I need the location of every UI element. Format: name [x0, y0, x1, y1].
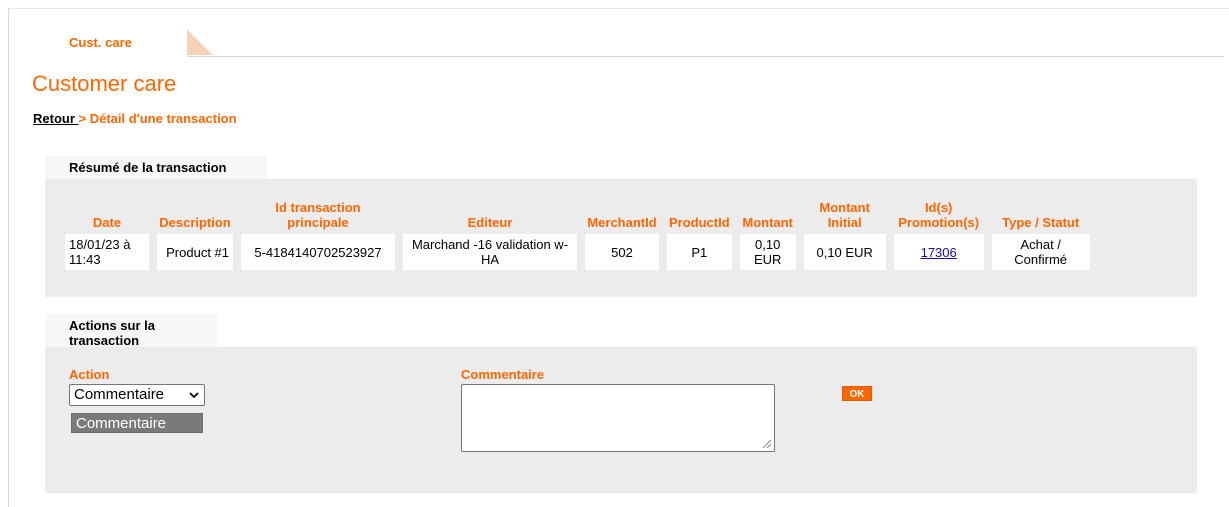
tab-cust-care[interactable]: Cust. care	[35, 29, 215, 57]
comment-label: Commentaire	[461, 367, 545, 382]
comment-textarea[interactable]	[461, 384, 775, 452]
col-type-statut: Type / Statut	[1002, 215, 1080, 230]
col-date: Date	[92, 215, 122, 230]
cell-promotion-ids: 17306	[893, 234, 984, 270]
cell-type-statut: Achat / Confirmé	[991, 234, 1090, 270]
promotion-link[interactable]: 17306	[921, 245, 957, 260]
cell-editeur: Marchand -16 validation w-HA	[403, 234, 577, 270]
cell-description: Product #1	[157, 234, 233, 270]
col-merchant-id: MerchantId	[587, 215, 657, 230]
col-transaction-id: Id transaction principale	[275, 200, 361, 230]
cell-product-id: P1	[667, 234, 732, 270]
col-promotion-ids: Id(s) Promotion(s)	[898, 200, 980, 230]
col-product-id: ProductId	[669, 215, 730, 230]
breadcrumb-separator: >	[78, 111, 90, 126]
cell-date: 18/01/23 à 11:43	[65, 234, 149, 270]
cell-montant-initial: 0,10 EUR	[803, 234, 886, 270]
tab-bar: Cust. care	[9, 9, 1224, 57]
breadcrumb-current: Détail d'une transaction	[89, 111, 237, 126]
actions-heading-text: Actions sur la transaction	[69, 318, 155, 348]
action-select-value: Commentaire	[74, 386, 165, 403]
transaction-table: Date Description Id transaction principa…	[57, 196, 1098, 274]
action-option[interactable]: Commentaire	[71, 413, 203, 433]
actions-heading: Actions sur la transaction	[45, 314, 217, 348]
col-montant: Montant	[742, 215, 793, 230]
tab-label: Cust. care	[69, 35, 132, 50]
cell-merchant-id: 502	[585, 234, 659, 270]
tab-divider	[187, 56, 1224, 57]
resize-grip-icon[interactable]	[763, 440, 771, 448]
ok-button[interactable]: OK	[842, 386, 872, 401]
col-description: Description	[159, 215, 231, 230]
table-row: 18/01/23 à 11:43 Product #1 5-4184140702…	[65, 234, 1090, 270]
tab-corner-decoration	[187, 29, 213, 55]
app-frame: Cust. care Customer care Retour > Détail…	[8, 8, 1229, 507]
page-title: Customer care	[32, 71, 177, 96]
summary-heading-text: Résumé de la transaction	[69, 160, 227, 175]
back-link[interactable]: Retour	[33, 111, 79, 126]
cell-montant: 0,10 EUR	[739, 234, 796, 270]
actions-panel: Action Commentaire Commentaire Commentai…	[45, 347, 1197, 493]
col-montant-initial: Montant Initial	[819, 200, 870, 230]
table-header-row: Date Description Id transaction principa…	[65, 200, 1090, 230]
summary-panel: Date Description Id transaction principa…	[45, 179, 1197, 297]
chevron-down-icon	[188, 385, 200, 408]
breadcrumb: Retour > Détail d'une transaction	[33, 111, 237, 126]
col-editeur: Editeur	[467, 215, 513, 230]
action-select[interactable]: Commentaire	[69, 384, 205, 406]
summary-heading: Résumé de la transaction	[45, 156, 267, 179]
cell-transaction-id: 5-4184140702523927	[241, 234, 395, 270]
action-label: Action	[69, 367, 110, 382]
